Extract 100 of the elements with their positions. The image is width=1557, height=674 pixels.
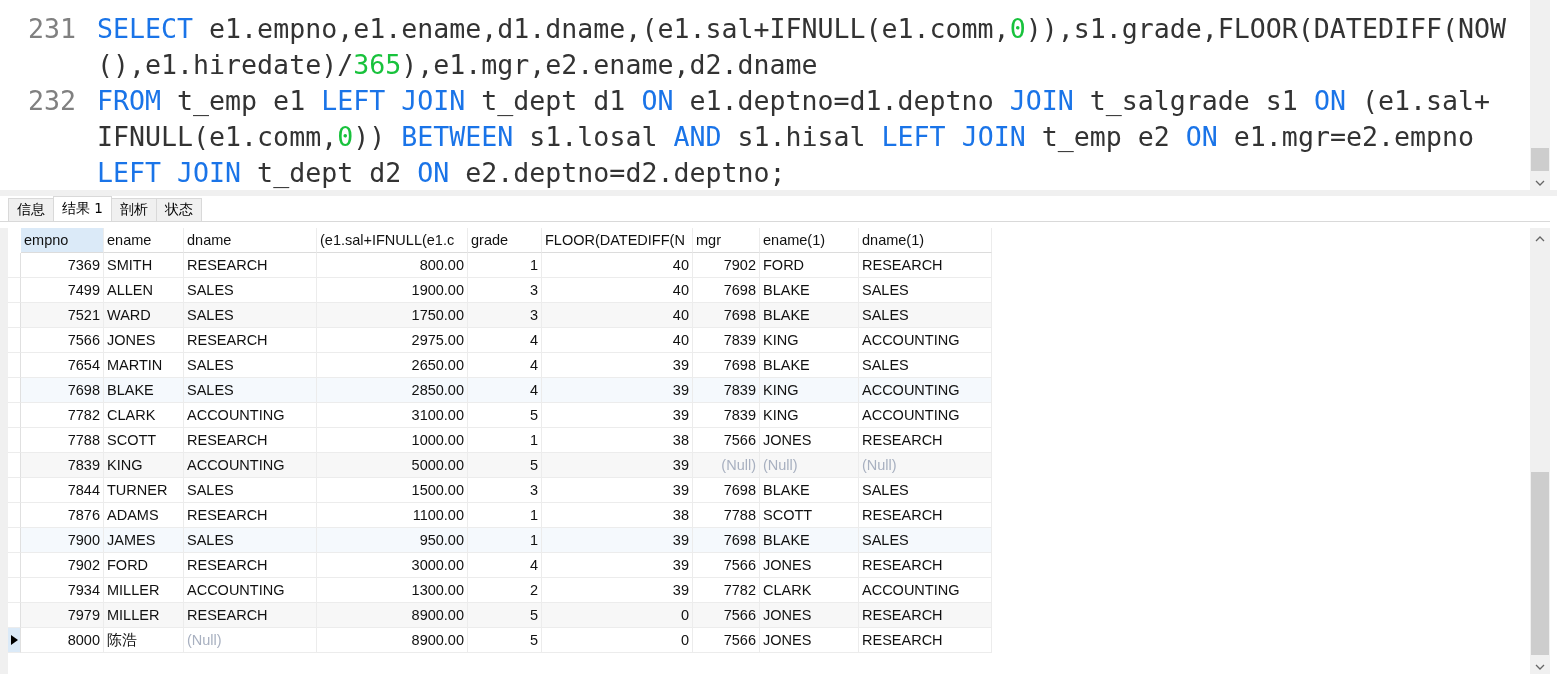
code-line: SELECT e1.empno,e1.ename,d1.dname,(e1.sal+IFNULL(e1.comm,0)),s1.grade,FLOOR(DATEDIFF(NOW (97, 12, 1506, 46)
table-cell: SALES (184, 528, 317, 553)
table-cell: RESEARCH (859, 628, 992, 653)
table-cell: 40 (542, 303, 693, 328)
table-cell: RESEARCH (859, 553, 992, 578)
column-header[interactable]: dname (184, 228, 317, 253)
table-cell: 5 (468, 403, 542, 428)
table-cell: 39 (542, 528, 693, 553)
table-cell: 陈浩 (104, 628, 184, 653)
row-indicator[interactable] (8, 628, 21, 653)
chevron-down-icon[interactable] (1535, 664, 1545, 670)
table-cell: 39 (542, 478, 693, 503)
table-cell: 7902 (21, 553, 104, 578)
table-cell: 3 (468, 303, 542, 328)
table-cell: ACCOUNTING (859, 378, 992, 403)
scroll-thumb[interactable] (1531, 472, 1549, 655)
code-line: IFNULL(e1.comm,0)) BETWEEN s1.losal AND s1.hisal LEFT JOIN t_emp e2 ON e1.mgr=e2.empno (97, 120, 1475, 154)
table-cell: 1750.00 (317, 303, 468, 328)
table-cell: 7566 (693, 553, 760, 578)
table-cell: 0 (542, 603, 693, 628)
table-cell: 40 (542, 328, 693, 353)
table-cell: RESEARCH (184, 253, 317, 278)
table-cell: 39 (542, 403, 693, 428)
chevron-down-icon[interactable] (1535, 180, 1545, 186)
table-cell: ACCOUNTING (859, 403, 992, 428)
table-cell: FORD (760, 253, 859, 278)
table-cell: 7844 (21, 478, 104, 503)
table-cell: KING (104, 453, 184, 478)
table-cell: 3 (468, 478, 542, 503)
line-number: 232 (26, 84, 76, 118)
table-cell: JONES (760, 628, 859, 653)
scroll-thumb[interactable] (1531, 148, 1549, 171)
table-cell: JAMES (104, 528, 184, 553)
table-cell: 40 (542, 253, 693, 278)
table-cell: 0 (542, 628, 693, 653)
table-cell: 5 (468, 628, 542, 653)
table-cell: FORD (104, 553, 184, 578)
column-header[interactable]: ename(1) (760, 228, 859, 253)
table-cell: 5000.00 (317, 453, 468, 478)
table-cell: RESEARCH (184, 603, 317, 628)
table-cell: JONES (760, 553, 859, 578)
table-cell: SALES (184, 478, 317, 503)
table-cell: 3000.00 (317, 553, 468, 578)
tab[interactable]: 状态 (155, 198, 202, 221)
table-cell: BLAKE (104, 378, 184, 403)
table-cell: 7566 (693, 628, 760, 653)
table-cell: 7782 (21, 403, 104, 428)
table-cell: ACCOUNTING (184, 403, 317, 428)
column-header[interactable]: (e1.sal+IFNULL(e1.c (317, 228, 468, 253)
chevron-up-icon[interactable] (1535, 236, 1545, 242)
column-header[interactable]: grade (468, 228, 542, 253)
table-cell: 8900.00 (317, 603, 468, 628)
table-cell: 4 (468, 328, 542, 353)
table-cell: KING (760, 403, 859, 428)
column-header[interactable]: dname(1) (859, 228, 992, 253)
tab[interactable]: 信息 (8, 198, 54, 221)
table-cell: 1 (468, 253, 542, 278)
table-cell: SALES (859, 303, 992, 328)
table-cell: JONES (760, 603, 859, 628)
table-cell: WARD (104, 303, 184, 328)
table-cell: 7566 (693, 603, 760, 628)
table-cell: 4 (468, 553, 542, 578)
table-cell: 39 (542, 553, 693, 578)
column-header[interactable]: ename (104, 228, 184, 253)
table-cell: ACCOUNTING (859, 328, 992, 353)
table-cell: 5 (468, 603, 542, 628)
table-cell: 800.00 (317, 253, 468, 278)
tab[interactable]: 剖析 (110, 198, 157, 221)
table-cell: 3100.00 (317, 403, 468, 428)
table-cell: SALES (184, 378, 317, 403)
table-cell: 7566 (21, 328, 104, 353)
table-cell: 950.00 (317, 528, 468, 553)
table-cell: 7698 (693, 528, 760, 553)
table-cell: KING (760, 378, 859, 403)
scrollbar[interactable] (1530, 228, 1550, 674)
table-cell: RESEARCH (859, 603, 992, 628)
column-header[interactable]: empno (21, 228, 104, 253)
column-header[interactable]: mgr (693, 228, 760, 253)
table-cell: 1 (468, 528, 542, 553)
table-cell: 7902 (693, 253, 760, 278)
table-cell: 7698 (693, 303, 760, 328)
table-cell: (Null) (760, 453, 859, 478)
table-cell: 39 (542, 378, 693, 403)
table-cell: 39 (542, 453, 693, 478)
table-cell: 7979 (21, 603, 104, 628)
table-cell: 7839 (693, 403, 760, 428)
table-cell: JONES (104, 328, 184, 353)
scrollbar[interactable] (1530, 0, 1550, 190)
column-header[interactable]: FLOOR(DATEDIFF(N (542, 228, 693, 253)
table-cell: 5 (468, 453, 542, 478)
table-cell: TURNER (104, 478, 184, 503)
table-cell: 7900 (21, 528, 104, 553)
table-cell: KING (760, 328, 859, 353)
table-cell: (Null) (184, 628, 317, 653)
table-cell: 7839 (693, 378, 760, 403)
table-cell: SALES (184, 303, 317, 328)
table-cell: RESEARCH (184, 328, 317, 353)
table-cell: 7839 (693, 328, 760, 353)
table-cell: 2975.00 (317, 328, 468, 353)
table-cell: ACCOUNTING (184, 453, 317, 478)
